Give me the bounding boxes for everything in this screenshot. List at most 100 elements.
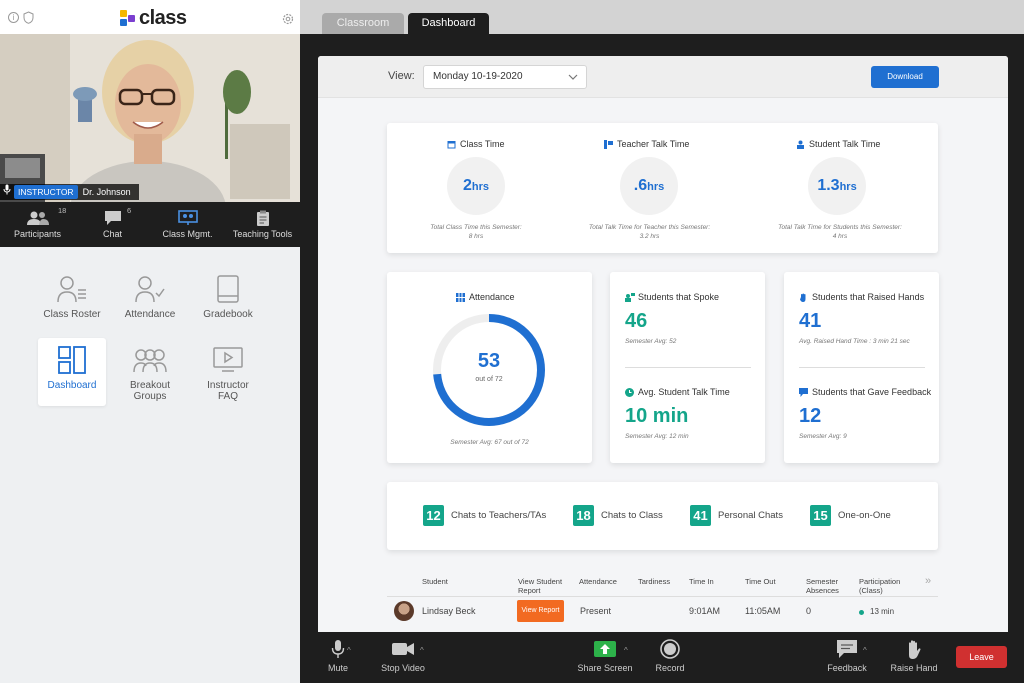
spoke-title: Students that Spoke xyxy=(625,292,719,302)
participants-count: 18 xyxy=(58,206,67,215)
shield-icon[interactable] xyxy=(23,11,34,29)
teacher-talk-title: Teacher Talk Time xyxy=(604,139,689,149)
chat-button[interactable]: 6 Chat xyxy=(75,202,150,247)
spoke-card: Students that Spoke 46 Semester Avg: 52 … xyxy=(610,272,765,463)
feedback-title: Students that Gave Feedback xyxy=(799,387,931,397)
instructor-faq-item[interactable]: Instructor FAQ xyxy=(194,338,262,406)
col-time-out: Time Out xyxy=(745,577,776,586)
gear-icon[interactable] xyxy=(282,12,294,30)
dashboard-item[interactable]: Dashboard xyxy=(38,338,106,406)
attendance-icon xyxy=(116,275,184,303)
chat-icon xyxy=(75,210,150,226)
download-button[interactable]: Download xyxy=(871,66,939,88)
stop-video-button[interactable]: Stop Video xyxy=(378,638,428,673)
student-talk-title: Student Talk Time xyxy=(796,139,880,149)
video-tutorial-icon xyxy=(194,346,262,374)
raised-hands-note: Avg. Raised Hand Time : 3 min 21 sec xyxy=(799,338,910,345)
class-time-value: 2hrs xyxy=(447,157,505,215)
avg-talk-note: Semester Avg: 12 min xyxy=(625,433,689,440)
class-toolbar: 18 Participants 6 Chat Class Mgmt. Teach… xyxy=(0,202,300,247)
view-report-button[interactable]: View Report xyxy=(517,600,564,622)
attendance-value: 53 xyxy=(477,350,501,372)
tab-classroom[interactable]: Classroom xyxy=(322,13,404,34)
mute-button[interactable]: Mute xyxy=(325,638,351,673)
logo-text: class xyxy=(139,6,187,29)
student-talk-note: Total Talk Time for Students this Semest… xyxy=(778,224,902,240)
instructor-video-image xyxy=(0,34,300,202)
breakout-label-line1: Breakout xyxy=(129,380,171,391)
leave-button[interactable]: Leave xyxy=(956,646,1007,668)
raise-hand-button[interactable]: Raise Hand xyxy=(888,638,940,673)
chat-stat-teachers: 12 Chats to Teachers/TAs xyxy=(423,505,546,526)
left-top-bar: i class xyxy=(0,0,300,34)
more-columns-icon[interactable]: » xyxy=(925,576,931,587)
dashboard-board: View: Monday 10-19-2020 Download Class T… xyxy=(318,56,1008,632)
view-date-select[interactable]: Monday 10-19-2020 xyxy=(423,65,587,89)
spoke-divider xyxy=(625,367,751,368)
left-panel: i class INSTRUCTOR Dr. Johnson 18 Partic… xyxy=(0,0,300,683)
logo: class xyxy=(120,6,187,29)
dashboard-header: View: Monday 10-19-2020 Download xyxy=(318,56,1008,98)
main-area: View: Monday 10-19-2020 Download Class T… xyxy=(300,34,1024,632)
raised-hands-card: Students that Raised Hands 41 Avg. Raise… xyxy=(784,272,939,463)
student-talk-value: 1.3hrs xyxy=(808,157,866,215)
breakout-label-line2: Groups xyxy=(133,391,167,402)
view-label: View: xyxy=(388,70,415,82)
chat-stat-personal: 41 Personal Chats xyxy=(690,505,783,526)
row-time-out: 11:05AM xyxy=(745,606,781,616)
teaching-tools-label: Teaching Tools xyxy=(232,229,293,239)
row-attendance: Present xyxy=(580,606,612,616)
col-view-report: View Student Report xyxy=(518,577,563,595)
attendance-title: Attendance xyxy=(456,292,515,302)
video-caret-icon[interactable]: ^ xyxy=(420,646,424,655)
info-icon[interactable]: i xyxy=(8,12,19,23)
grid-icon xyxy=(456,292,465,302)
spoke-note: Semester Avg: 52 xyxy=(625,338,677,345)
col-tardiness: Tardiness xyxy=(638,577,671,586)
class-mgmt-grid: Class Roster Attendance Gradebook Dashbo… xyxy=(0,247,300,683)
teaching-tools-button[interactable]: Teaching Tools xyxy=(225,202,300,247)
share-caret-icon[interactable]: ^ xyxy=(624,646,628,655)
col-participation: Participation (Class) xyxy=(859,577,901,595)
gradebook-item[interactable]: Gradebook xyxy=(194,267,262,335)
attendance-card: Attendance 53 out of 72 Semester Avg: 67… xyxy=(387,272,592,463)
mute-caret-icon[interactable]: ^ xyxy=(347,646,351,655)
breakout-groups-item[interactable]: Breakout Groups xyxy=(116,338,184,406)
col-attendance: Attendance xyxy=(579,577,617,586)
dashboard-icon xyxy=(38,346,106,374)
feedback-caret-icon[interactable]: ^ xyxy=(863,646,867,655)
class-mgmt-icon xyxy=(150,210,225,226)
share-screen-button[interactable]: Share Screen xyxy=(576,638,634,673)
attendance-of-text: out of 72 xyxy=(475,376,503,383)
row-participation: 13 min xyxy=(870,607,895,616)
class-mgmt-button[interactable]: Class Mgmt. xyxy=(150,202,225,247)
clipboard-icon xyxy=(225,210,300,226)
dashboard-label: Dashboard xyxy=(47,380,97,391)
chat-stat-class: 18 Chats to Class xyxy=(573,505,663,526)
participants-button[interactable]: 18 Participants xyxy=(0,202,75,247)
attendance-label: Attendance xyxy=(124,309,176,320)
class-roster-item[interactable]: Class Roster xyxy=(38,267,106,335)
status-dot xyxy=(859,610,864,615)
tab-dashboard[interactable]: Dashboard xyxy=(408,13,489,34)
chat-stat-one-on-one: 15 One-on-One xyxy=(810,505,891,526)
hand-icon xyxy=(888,638,940,660)
raised-divider xyxy=(799,367,925,368)
feedback-button[interactable]: Feedback xyxy=(824,638,870,673)
student-icon xyxy=(796,140,805,149)
raised-hands-value: 41 xyxy=(799,310,822,332)
chat-label: Chat xyxy=(102,229,122,239)
view-date-value: Monday 10-19-2020 xyxy=(433,71,523,82)
calendar-icon xyxy=(447,140,456,149)
instructor-name: Dr. Johnson xyxy=(82,187,131,197)
time-stats-card: Class Time 2hrs Total Class Time this Se… xyxy=(387,123,938,253)
attendance-item[interactable]: Attendance xyxy=(116,267,184,335)
record-button[interactable]: Record xyxy=(653,638,687,673)
feedback-icon xyxy=(799,387,808,397)
feedback-value: 12 xyxy=(799,405,822,427)
avg-talk-title: Avg. Student Talk Time xyxy=(625,387,730,397)
avatar xyxy=(394,601,414,621)
book-icon xyxy=(194,275,262,303)
row-time-in: 9:01AM xyxy=(689,606,721,616)
row-absences: 0 xyxy=(806,606,812,616)
